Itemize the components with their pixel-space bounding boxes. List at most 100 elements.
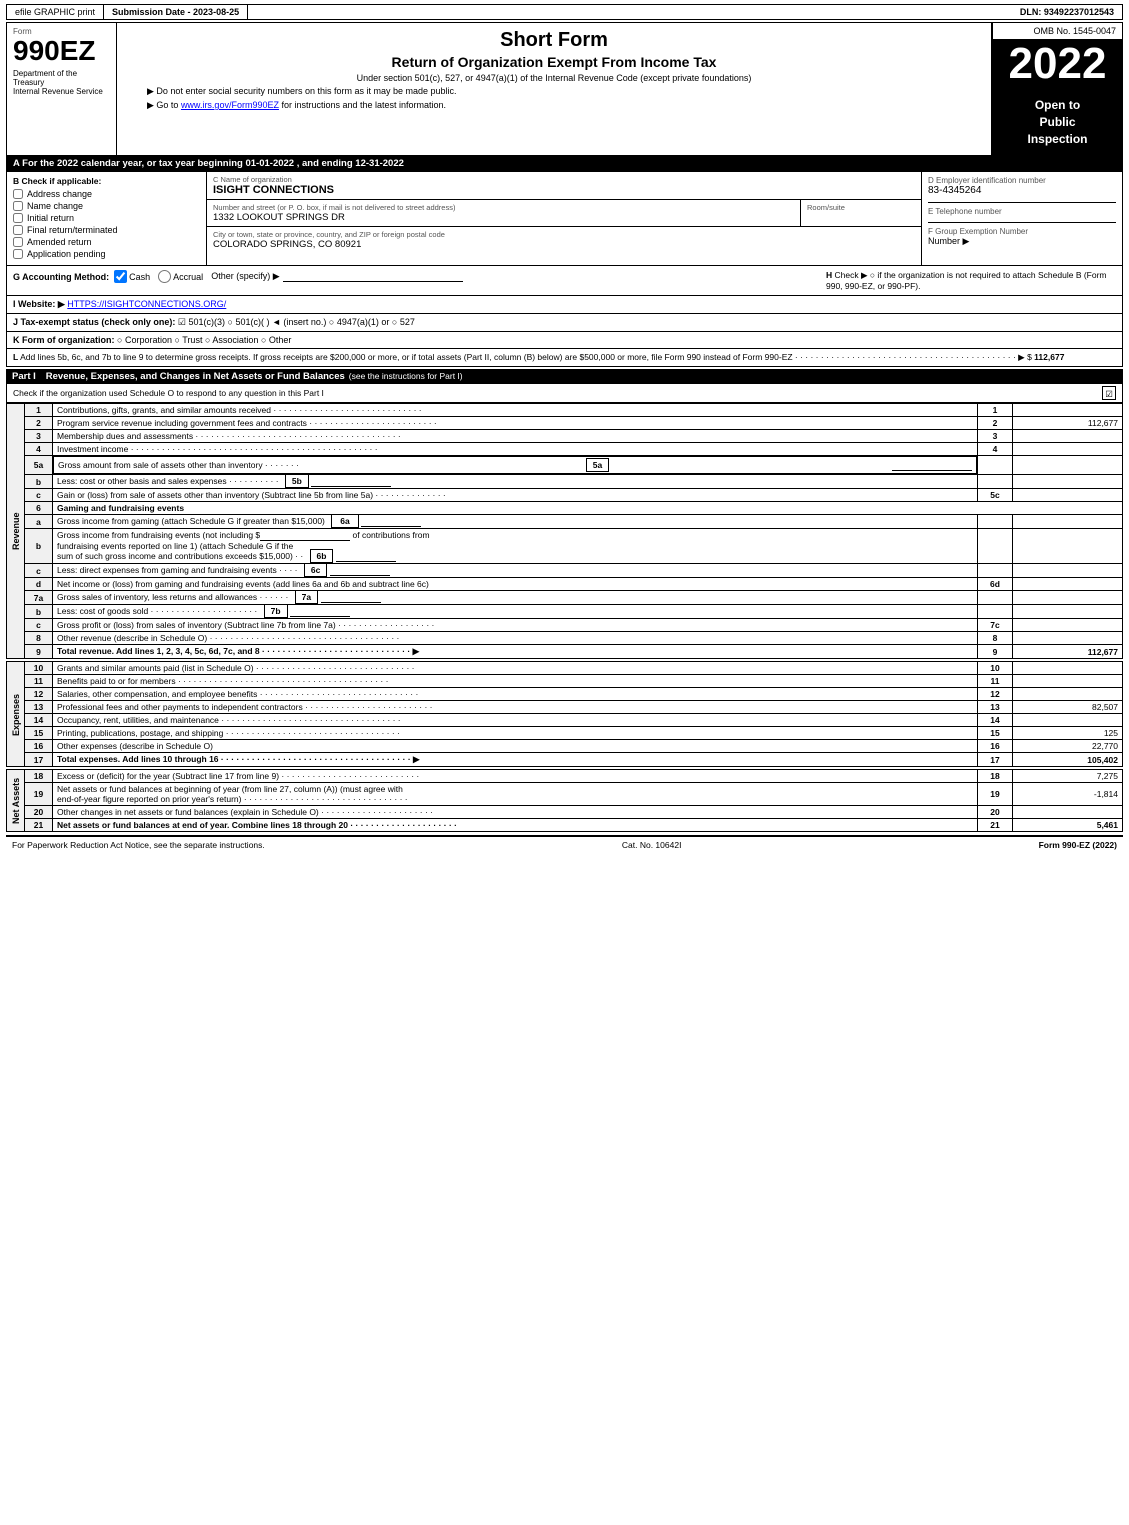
table-row: 2 Program service revenue including gove…: [7, 417, 1123, 430]
cash-option[interactable]: Cash: [114, 270, 150, 283]
tax-4947[interactable]: ○ 4947(a)(1) or: [329, 317, 389, 327]
row-label-17: Total expenses. Add lines 10 through 16 …: [53, 753, 978, 767]
k-label: K Form of organization:: [13, 335, 115, 345]
tax-year: 2022: [993, 40, 1122, 89]
checkbox-final-return[interactable]: Final return/terminated: [13, 225, 200, 235]
line-num-6a: [978, 515, 1013, 529]
f-label: F Group Exemption Number: [928, 227, 1116, 236]
row-label-5a: Gross amount from sale of assets other t…: [53, 456, 977, 474]
accrual-radio[interactable]: [158, 270, 171, 283]
row-label-15: Printing, publications, postage, and shi…: [53, 727, 978, 740]
tax-501c[interactable]: ○ 501(c)( ) ◄ (insert no.): [228, 317, 327, 327]
tax-status-row: J Tax-exempt status (check only one): ☑ …: [6, 314, 1123, 332]
cash-checkbox[interactable]: [114, 270, 127, 283]
line-num-12: 12: [978, 688, 1013, 701]
row-num-6b: b: [25, 529, 53, 564]
org-other[interactable]: ○ Other: [261, 335, 291, 345]
final-return-checkbox[interactable]: [13, 225, 23, 235]
line-num-6b: [978, 529, 1013, 564]
checkbox-address-change[interactable]: Address change: [13, 189, 200, 199]
line-num-4: 4: [978, 443, 1013, 456]
other-label: Other (specify) ▶: [211, 271, 279, 282]
form-label-footer: Form 990-EZ (2022): [1039, 840, 1117, 850]
org-association[interactable]: ○ Association: [205, 335, 258, 345]
address-change-checkbox[interactable]: [13, 189, 23, 199]
tax-527[interactable]: ○ 527: [392, 317, 415, 327]
row-label-5c: Gain or (loss) from sale of assets other…: [53, 489, 978, 502]
row-num-5c: c: [25, 489, 53, 502]
paperwork-text: For Paperwork Reduction Act Notice, see …: [12, 840, 265, 850]
form-number: 990EZ: [13, 37, 110, 65]
amount-14: [1013, 714, 1123, 727]
table-row: 6 Gaming and fundraising events: [7, 502, 1123, 515]
l-amount: 112,677: [1034, 352, 1064, 362]
amount-7a: [1013, 591, 1123, 605]
table-row-total: 17 Total expenses. Add lines 10 through …: [7, 753, 1123, 767]
schedule-o-checkbox[interactable]: ☑: [1102, 386, 1116, 400]
accrual-option[interactable]: Accrual: [158, 270, 203, 283]
amount-11: [1013, 675, 1123, 688]
cat-no: Cat. No. 10642I: [622, 840, 682, 850]
row-label-7b: Less: cost of goods sold · · · · · · · ·…: [53, 605, 978, 619]
line-num-7c: 7c: [978, 619, 1013, 632]
row-label-21: Net assets or fund balances at end of ye…: [53, 819, 978, 832]
application-pending-checkbox[interactable]: [13, 249, 23, 259]
dln: DLN: 93492237012543: [1012, 5, 1122, 19]
row-label-12: Salaries, other compensation, and employ…: [53, 688, 978, 701]
l-row: L Add lines 5b, 6c, and 7b to line 9 to …: [6, 349, 1123, 367]
net-assets-side-label: Net Assets: [7, 770, 25, 832]
amount-3: [1013, 430, 1123, 443]
amount-21: 5,461: [1013, 819, 1123, 832]
line-num-19: 19: [978, 783, 1013, 806]
row-num-7a: 7a: [25, 591, 53, 605]
table-row: 14 Occupancy, rent, utilities, and maint…: [7, 714, 1123, 727]
form-main-title: Return of Organization Exempt From Incom…: [127, 54, 981, 70]
row-num-14: 14: [25, 714, 53, 727]
amount-7b: [1013, 605, 1123, 619]
website-row: I Website: ▶ HTTPS://ISIGHTCONNECTIONS.O…: [6, 296, 1123, 314]
amount-6d: [1013, 578, 1123, 591]
table-row: 20 Other changes in net assets or fund b…: [7, 806, 1123, 819]
initial-return-checkbox[interactable]: [13, 213, 23, 223]
row-label-9: Total revenue. Add lines 1, 2, 3, 4, 5c,…: [53, 645, 978, 659]
row-num-2: 2: [25, 417, 53, 430]
part1-title: Revenue, Expenses, and Changes in Net As…: [46, 371, 345, 382]
line-num-5b: [978, 475, 1013, 489]
form-short-title: Short Form: [127, 29, 981, 52]
city-value: COLORADO SPRINGS, CO 80921: [213, 239, 915, 250]
row-num-6a: a: [25, 515, 53, 529]
line-num-10: 10: [978, 662, 1013, 675]
table-row: 3 Membership dues and assessments · · · …: [7, 430, 1123, 443]
row-num-5a: 5a: [25, 456, 53, 475]
checkbox-initial-return[interactable]: Initial return: [13, 213, 200, 223]
org-trust[interactable]: ○ Trust: [175, 335, 203, 345]
section-a-header: A For the 2022 calendar year, or tax yea…: [6, 156, 1123, 172]
row-num-19: 19: [25, 783, 53, 806]
line-num-1: 1: [978, 404, 1013, 417]
checkbox-application-pending[interactable]: Application pending: [13, 249, 200, 259]
row-num-16: 16: [25, 740, 53, 753]
row-num-11: 11: [25, 675, 53, 688]
checkbox-amended-return[interactable]: Amended return: [13, 237, 200, 247]
street-label: Number and street (or P. O. box, if mail…: [213, 203, 794, 212]
name-change-checkbox[interactable]: [13, 201, 23, 211]
row-num-17: 17: [25, 753, 53, 767]
tax-501c3[interactable]: ☑ 501(c)(3): [178, 317, 225, 327]
ein-value: 83-4345264: [928, 185, 1116, 196]
line-num-6c: [978, 564, 1013, 578]
row-label-19: Net assets or fund balances at beginning…: [53, 783, 978, 806]
table-row: Expenses 10 Grants and similar amounts p…: [7, 662, 1123, 675]
amended-return-checkbox[interactable]: [13, 237, 23, 247]
row-label-7c: Gross profit or (loss) from sales of inv…: [53, 619, 978, 632]
part1-label: Part I: [12, 371, 36, 382]
irs-url[interactable]: www.irs.gov/Form990EZ: [181, 100, 279, 110]
org-corporation[interactable]: ○ Corporation: [117, 335, 172, 345]
row-label-4: Investment income · · · · · · · · · · · …: [53, 443, 978, 456]
line-num-18: 18: [978, 770, 1013, 783]
c-label: C Name of organization: [213, 175, 915, 184]
line-num-3: 3: [978, 430, 1013, 443]
room-label: Room/suite: [807, 203, 915, 212]
website-url[interactable]: HTTPS://ISIGHTCONNECTIONS.ORG/: [67, 299, 226, 309]
checkbox-name-change[interactable]: Name change: [13, 201, 200, 211]
row-label-5b: Less: cost or other basis and sales expe…: [53, 475, 978, 489]
